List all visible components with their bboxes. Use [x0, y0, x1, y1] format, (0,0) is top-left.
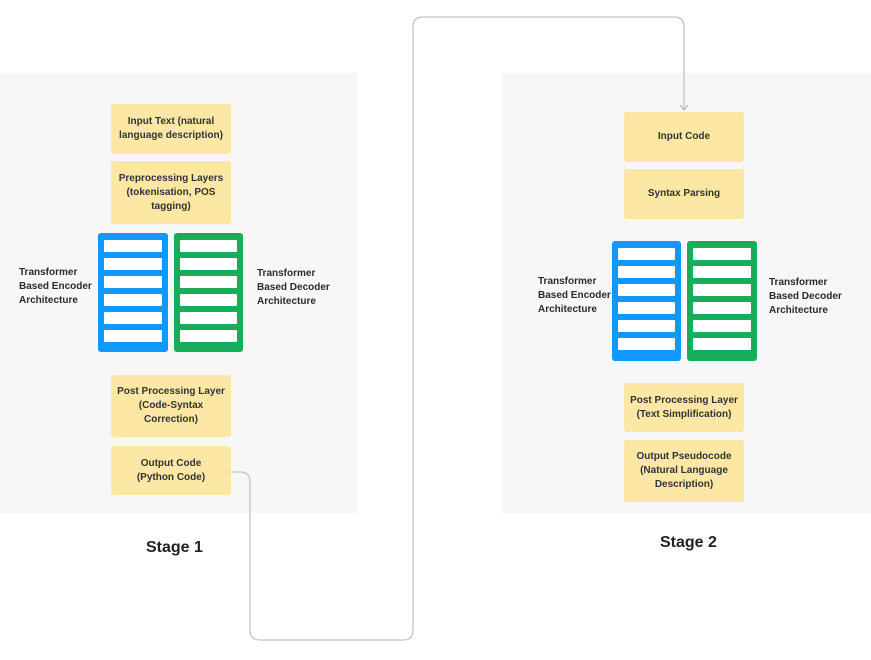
transformer-layer: [104, 240, 162, 252]
stage1-postprocessing-box: Post Processing Layer (Code-Syntax Corre…: [111, 375, 231, 437]
transformer-layer: [618, 248, 675, 260]
transformer-layer: [104, 330, 162, 342]
transformer-layer: [693, 266, 751, 278]
transformer-layer: [104, 312, 162, 324]
transformer-layer: [180, 276, 237, 288]
stage1-title: Stage 1: [146, 539, 203, 556]
transformer-layer: [180, 312, 237, 324]
transformer-layer: [693, 284, 751, 296]
stage1-input-text-box: Input Text (natural language description…: [111, 104, 231, 154]
transformer-layer: [693, 320, 751, 332]
transformer-layer: [104, 258, 162, 270]
stage2-decoder-label: Transformer Based Decoder Architecture: [769, 277, 842, 316]
transformer-layer: [618, 266, 675, 278]
stage1-encoder-stack: [98, 233, 168, 352]
stage2-output-pseudocode-box: Output Pseudocode (Natural Language Desc…: [624, 440, 744, 502]
transformer-layer: [693, 338, 751, 350]
transformer-layer: [180, 330, 237, 342]
transformer-layer: [693, 302, 751, 314]
transformer-layer: [180, 240, 237, 252]
stage2-syntax-parsing-box: Syntax Parsing: [624, 169, 744, 219]
transformer-layer: [180, 258, 237, 270]
stage1-decoder-label: Transformer Based Decoder Architecture: [257, 268, 330, 307]
stage1-encoder-label: Transformer Based Encoder Architecture: [19, 267, 92, 306]
transformer-layer: [104, 294, 162, 306]
stage2-encoder-label: Transformer Based Encoder Architecture: [538, 276, 611, 315]
transformer-layer: [618, 338, 675, 350]
stage2-title: Stage 2: [660, 534, 717, 551]
stage2-postprocessing-box: Post Processing Layer (Text Simplificati…: [624, 383, 744, 432]
stage2-encoder-stack: [612, 241, 681, 361]
stage2-input-code-box: Input Code: [624, 112, 744, 162]
stage1-output-code-box: Output Code (Python Code): [111, 446, 231, 495]
stage2-decoder-stack: [687, 241, 757, 361]
stage1-preprocessing-box: Preprocessing Layers (tokenisation, POS …: [111, 161, 231, 224]
transformer-layer: [693, 248, 751, 260]
transformer-layer: [618, 302, 675, 314]
transformer-layer: [618, 320, 675, 332]
stage1-decoder-stack: [174, 233, 243, 352]
transformer-layer: [618, 284, 675, 296]
transformer-layer: [104, 276, 162, 288]
transformer-layer: [180, 294, 237, 306]
